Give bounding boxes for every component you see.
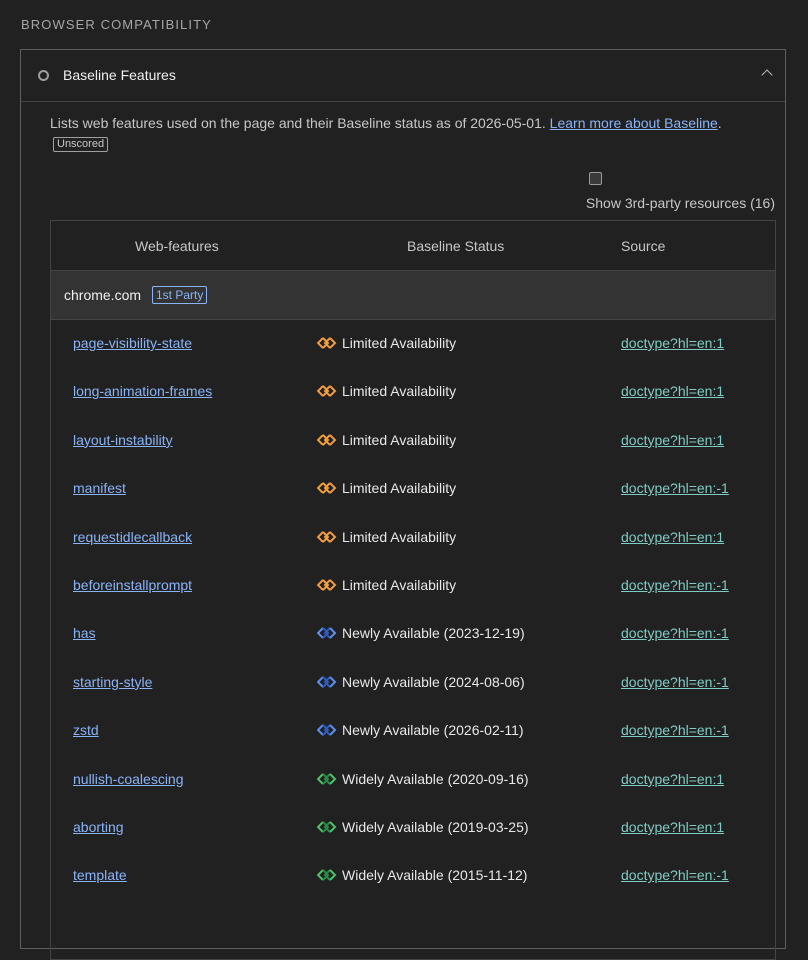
- baseline-limited-icon: [317, 337, 337, 349]
- third-party-checkbox[interactable]: [589, 172, 602, 185]
- table-row: manifest Limited Availability doctype?hl=e…: [51, 465, 775, 513]
- feature-link[interactable]: aborting: [73, 819, 124, 835]
- feature-link[interactable]: requestidlecallback: [73, 529, 192, 545]
- description-text: Lists web features used on the page and …: [50, 115, 550, 131]
- section-header: BROWSER COMPATIBILITY: [21, 17, 212, 32]
- status-label: Limited Availability: [342, 431, 457, 448]
- status-label: Widely Available (2019-03-25): [342, 818, 529, 835]
- group-row: chrome.com 1st Party: [51, 271, 775, 320]
- table-row: zstd Newly Available (2026-02-11) doctype?…: [51, 707, 775, 755]
- baseline-limited-icon: [317, 530, 337, 543]
- status-label: Limited Availability: [342, 335, 457, 351]
- source-link[interactable]: doctype?hl=en:1: [621, 432, 724, 448]
- source-link[interactable]: doctype?hl=en:-1: [621, 625, 729, 641]
- card-title: Baseline Features: [63, 67, 176, 83]
- card-header[interactable]: Baseline Features: [21, 50, 785, 102]
- baseline-widely-icon: [317, 869, 337, 882]
- baseline-newly-icon: [317, 627, 337, 640]
- feature-link[interactable]: beforeinstallprompt: [73, 577, 192, 593]
- source-link[interactable]: doctype?hl=en:1: [621, 771, 724, 787]
- features-table: Web-features Baseline Status Source chro…: [50, 220, 776, 960]
- table-row: has Newly Available (2023-12-19) doctype?h…: [51, 610, 775, 658]
- table-row: requestidlecallback Limited Availability d…: [51, 514, 775, 562]
- description-end: .: [717, 115, 722, 131]
- status-label: Widely Available (2020-09-16): [342, 770, 529, 787]
- baseline-limited-icon: [317, 482, 337, 494]
- status-label: Newly Available (2024-08-06): [342, 673, 525, 690]
- table-row: beforeinstallprompt Limited Availability d…: [51, 562, 775, 610]
- card-description: Lists web features used on the page and …: [50, 113, 750, 133]
- feature-link[interactable]: template: [73, 867, 127, 883]
- source-link[interactable]: doctype?hl=en:-1: [621, 480, 729, 496]
- baseline-limited-icon: [317, 579, 337, 591]
- baseline-newly-icon: [317, 676, 337, 688]
- header-baseline-status: Baseline Status: [407, 238, 505, 254]
- baseline-limited-icon: [317, 434, 337, 446]
- unscored-badge: Unscored: [53, 137, 109, 152]
- feature-link[interactable]: layout-instability: [73, 432, 173, 448]
- baseline-widely-icon: [317, 772, 337, 785]
- group-name: chrome.com: [64, 287, 142, 303]
- header-web-features: Web-features: [135, 238, 219, 254]
- baseline-widely-icon: [317, 821, 337, 833]
- source-link[interactable]: doctype?hl=en:1: [621, 529, 724, 545]
- status-label: Newly Available (2023-12-19): [342, 625, 525, 642]
- feature-link[interactable]: page-visibility-state: [73, 335, 192, 351]
- feature-link[interactable]: nullish-coalescing: [73, 771, 184, 787]
- feature-link[interactable]: zstd: [73, 722, 99, 738]
- source-link[interactable]: doctype?hl=en:1: [621, 335, 724, 351]
- table-body: page-visibility-state Limited Availabilit…: [51, 320, 775, 901]
- status-label: Limited Availability: [342, 528, 457, 545]
- status-circle-icon: [38, 70, 49, 81]
- third-party-label[interactable]: Show 3rd-party resources (16): [586, 195, 775, 211]
- status-label: Limited Availability: [342, 480, 457, 497]
- table-row: template Widely Available (2015-11-12) doc…: [51, 852, 775, 900]
- baseline-features-card: Baseline Features Lists web features use…: [20, 49, 786, 960]
- feature-link[interactable]: has: [73, 625, 96, 641]
- table-row: nullish-coalescing Widely Available (2020…: [51, 756, 775, 804]
- source-link[interactable]: doctype?hl=en:1: [621, 383, 724, 399]
- feature-link[interactable]: long-animation-frames: [73, 383, 212, 399]
- status-label: Limited Availability: [342, 576, 457, 593]
- chevron-up-icon[interactable]: [761, 69, 773, 81]
- source-link[interactable]: doctype?hl=en:-1: [621, 577, 729, 593]
- source-link[interactable]: doctype?hl=en:-1: [621, 722, 729, 738]
- source-link[interactable]: doctype?hl=en:1: [621, 819, 724, 835]
- table-row: layout-instability Limited Availability do…: [51, 417, 775, 465]
- baseline-limited-icon: [317, 385, 337, 398]
- status-label: Newly Available (2026-02-11): [342, 722, 524, 739]
- status-label: Widely Available (2015-11-12): [342, 867, 528, 884]
- table-row: page-visibility-state Limited Availabilit…: [51, 320, 775, 368]
- learn-more-link[interactable]: Learn more about Baseline: [550, 115, 718, 131]
- feature-link[interactable]: starting-style: [73, 674, 152, 690]
- source-link[interactable]: doctype?hl=en:-1: [621, 867, 729, 883]
- header-source: Source: [621, 238, 666, 254]
- baseline-newly-icon: [317, 724, 337, 736]
- source-link[interactable]: doctype?hl=en:-1: [621, 674, 729, 690]
- table-row: starting-style Newly Available (2024-08-0…: [51, 659, 775, 707]
- table-row: long-animation-frames Limited Availabilit…: [51, 368, 775, 416]
- status-label: Limited Availability: [342, 383, 457, 400]
- table-row: aborting Widely Available (2019-03-25) doc…: [51, 804, 775, 852]
- table-header: Web-features Baseline Status Source: [51, 221, 775, 271]
- first-party-badge: 1st Party: [152, 286, 208, 304]
- feature-link[interactable]: manifest: [73, 480, 126, 496]
